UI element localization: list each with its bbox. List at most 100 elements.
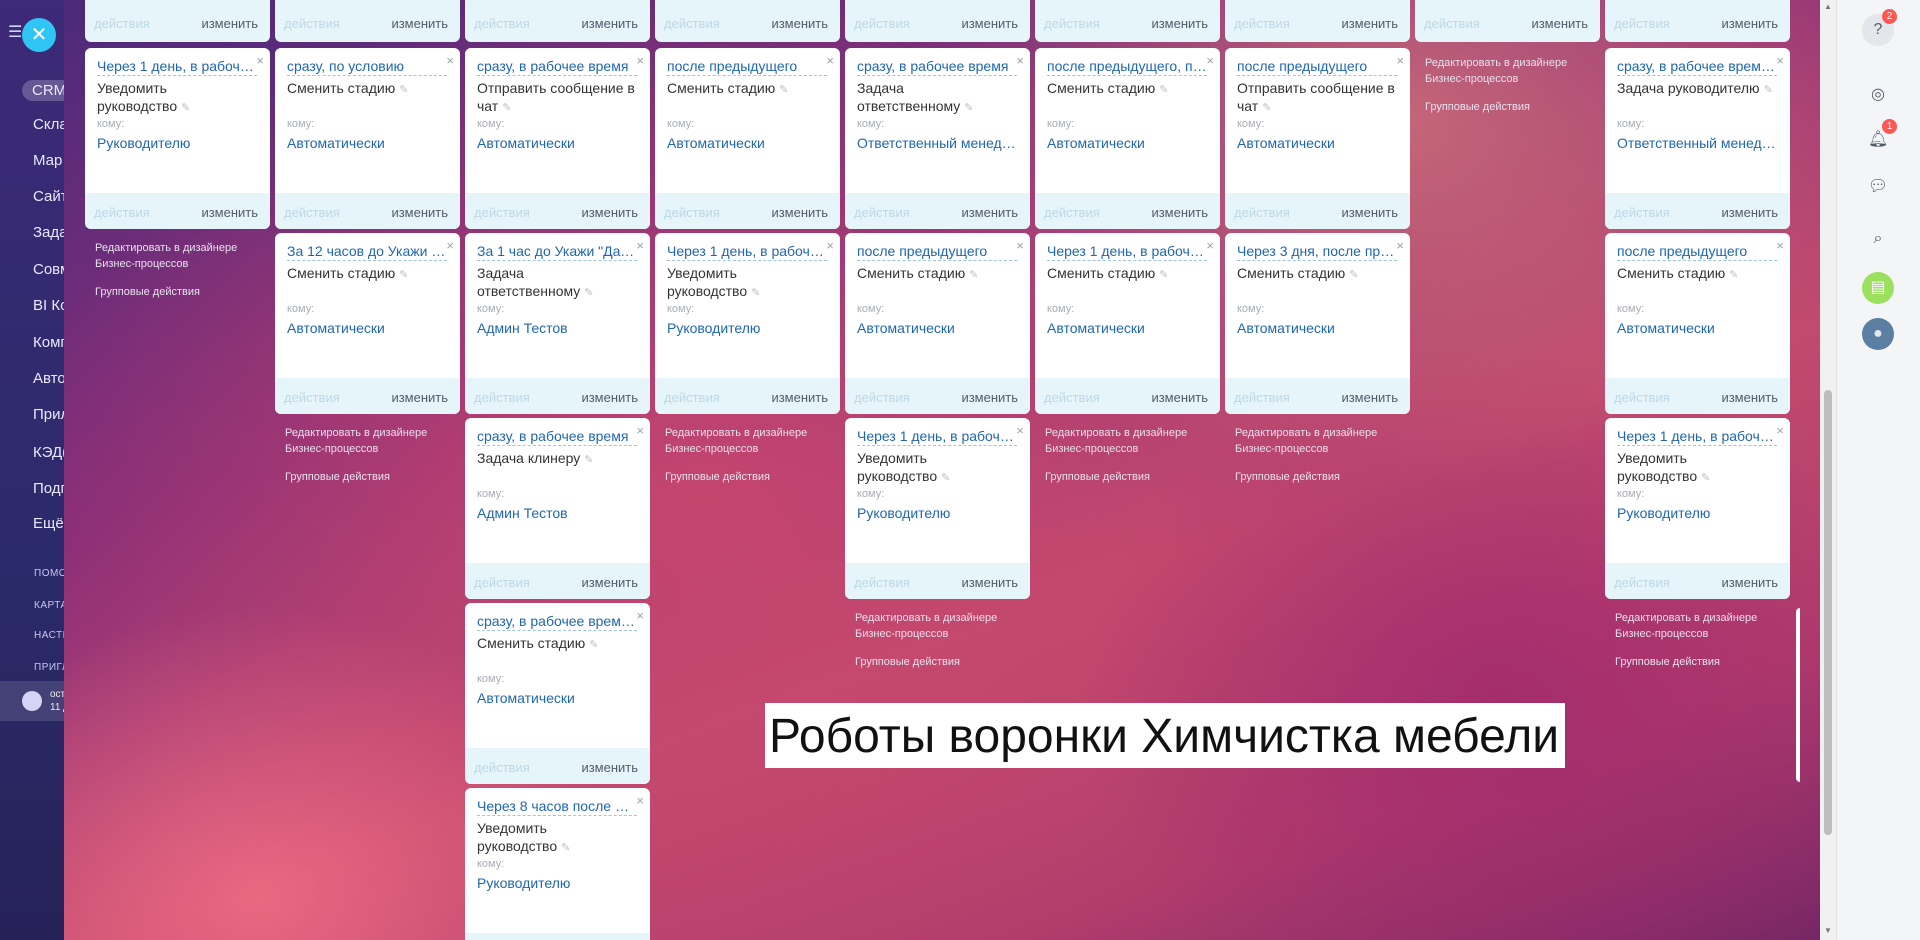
- sidebar-item[interactable]: Комг: [33, 334, 64, 351]
- group-actions-link[interactable]: Групповые действия: [95, 286, 280, 298]
- close-icon[interactable]: ×: [256, 53, 264, 68]
- menu-burger-icon[interactable]: ☰: [8, 22, 22, 42]
- edit-in-designer-link[interactable]: Редактировать в дизайнере Бизнес-процесс…: [1235, 425, 1420, 457]
- pencil-icon[interactable]: ✎: [584, 287, 593, 299]
- card-change-link[interactable]: изменить: [771, 205, 828, 220]
- robot-to-value[interactable]: Руководителю: [667, 320, 832, 336]
- copilot-button[interactable]: ◎: [1862, 79, 1894, 111]
- sidebar-item[interactable]: Ещё: [33, 515, 64, 532]
- sidebar-item[interactable]: Авто: [33, 370, 64, 387]
- pencil-icon[interactable]: ✎: [589, 639, 598, 651]
- scrollbar[interactable]: ▲ ▼: [1820, 0, 1836, 940]
- close-icon[interactable]: ×: [1016, 238, 1024, 253]
- card-change-link[interactable]: изменить: [1151, 205, 1208, 220]
- robot-trigger-link[interactable]: сразу, в рабочее время: [477, 428, 637, 446]
- robot-to-value[interactable]: Автоматически: [1047, 320, 1212, 336]
- close-icon[interactable]: ×: [1396, 238, 1404, 253]
- robot-trigger-link[interactable]: после предыдущего, по условию: [1047, 58, 1207, 76]
- card-change-link[interactable]: изменить: [1151, 390, 1208, 405]
- robot-trigger-link[interactable]: сразу, в рабочее время, по условию: [477, 613, 637, 631]
- pencil-icon[interactable]: ✎: [941, 472, 950, 484]
- group-actions-link[interactable]: Групповые действия: [1615, 656, 1800, 668]
- close-icon[interactable]: ×: [1776, 238, 1784, 253]
- sidebar-item[interactable]: CRM: [22, 80, 64, 101]
- close-icon[interactable]: ×: [1206, 53, 1214, 68]
- card-change-link[interactable]: изменить: [961, 205, 1018, 220]
- card-actions-link[interactable]: действия: [1424, 16, 1480, 31]
- robot-to-value[interactable]: Автоматически: [1237, 135, 1402, 151]
- card-actions-link[interactable]: действия: [1614, 575, 1670, 590]
- close-icon[interactable]: ×: [636, 793, 644, 808]
- card-change-link[interactable]: изменить: [1531, 16, 1588, 31]
- card-actions-link[interactable]: действия: [284, 205, 340, 220]
- card-actions-link[interactable]: действия: [94, 205, 150, 220]
- robot-trigger-link[interactable]: Через 1 день, в рабочее время: [667, 243, 827, 261]
- edit-in-designer-link[interactable]: Редактировать в дизайнере Бизнес-процесс…: [1045, 425, 1230, 457]
- robot-trigger-link[interactable]: после предыдущего: [1237, 58, 1397, 76]
- robot-to-value[interactable]: Руководителю: [477, 875, 642, 891]
- edit-in-designer-link[interactable]: Редактировать в дизайнере Бизнес-процесс…: [665, 425, 850, 457]
- group-actions-link[interactable]: Групповые действия: [665, 471, 850, 483]
- card-change-link[interactable]: изменить: [1341, 390, 1398, 405]
- card-actions-link[interactable]: действия: [854, 16, 910, 31]
- close-icon[interactable]: ×: [446, 53, 454, 68]
- close-icon[interactable]: ×: [1776, 423, 1784, 438]
- robot-to-value[interactable]: Админ Тестов: [477, 320, 642, 336]
- robot-to-value[interactable]: Автоматически: [287, 135, 452, 151]
- robot-trigger-link[interactable]: сразу, в рабочее время: [477, 58, 637, 76]
- close-icon[interactable]: ×: [636, 238, 644, 253]
- card-actions-link[interactable]: действия: [474, 760, 530, 775]
- pencil-icon[interactable]: ✎: [561, 842, 570, 854]
- group-actions-link[interactable]: Групповые действия: [1235, 471, 1420, 483]
- card-actions-link[interactable]: действия: [1234, 205, 1290, 220]
- robot-trigger-link[interactable]: сразу, в рабочее время, по условию: [1617, 58, 1777, 76]
- card-change-link[interactable]: изменить: [961, 390, 1018, 405]
- card-actions-link[interactable]: действия: [1044, 390, 1100, 405]
- card-change-link[interactable]: изменить: [771, 16, 828, 31]
- card-change-link[interactable]: изменить: [771, 390, 828, 405]
- card-change-link[interactable]: изменить: [961, 16, 1018, 31]
- sidebar-item[interactable]: Мар: [33, 152, 62, 169]
- card-change-link[interactable]: изменить: [1151, 16, 1208, 31]
- close-slider-button[interactable]: ✕: [22, 18, 56, 52]
- robot-trigger-link[interactable]: сразу, в рабочее время: [857, 58, 1017, 76]
- pencil-icon[interactable]: ✎: [181, 102, 190, 114]
- robot-trigger-link[interactable]: Через 1 день, в рабочее время: [97, 58, 257, 76]
- card-change-link[interactable]: изменить: [1721, 16, 1778, 31]
- card-actions-link[interactable]: действия: [1044, 16, 1100, 31]
- card-actions-link[interactable]: действия: [474, 205, 530, 220]
- close-icon[interactable]: ×: [1016, 53, 1024, 68]
- robot-trigger-link[interactable]: За 12 часов до Укажи дату: [287, 243, 447, 261]
- pencil-icon[interactable]: ✎: [584, 454, 593, 466]
- sidebar-item[interactable]: Скла: [33, 116, 64, 133]
- group-actions-link[interactable]: Групповые действия: [285, 471, 470, 483]
- card-change-link[interactable]: изменить: [1721, 575, 1778, 590]
- robot-to-value[interactable]: Автоматически: [1047, 135, 1212, 151]
- close-icon[interactable]: ×: [1016, 423, 1024, 438]
- robot-to-value[interactable]: Админ Тестов: [477, 505, 642, 521]
- card-change-link[interactable]: изменить: [391, 16, 448, 31]
- group-actions-link[interactable]: Групповые действия: [855, 656, 1040, 668]
- scrollbar-thumb[interactable]: [1824, 390, 1832, 835]
- edit-in-designer-link[interactable]: Редактировать в дизайнере Бизнес-процесс…: [95, 240, 280, 272]
- card-actions-link[interactable]: действия: [1234, 16, 1290, 31]
- robot-trigger-link[interactable]: после предыдущего: [667, 58, 827, 76]
- pencil-icon[interactable]: ✎: [964, 102, 973, 114]
- sidebar-item[interactable]: Прил: [33, 406, 64, 423]
- sidebar-small-link[interactable]: НАСТР: [34, 630, 64, 641]
- help-button[interactable]: ? 2: [1862, 9, 1897, 46]
- robot-trigger-link[interactable]: после предыдущего: [1617, 243, 1777, 261]
- scroll-down-icon[interactable]: ▼: [1824, 926, 1832, 935]
- pencil-icon[interactable]: ✎: [399, 84, 408, 96]
- edit-in-designer-link[interactable]: Редактировать в дизайнере Бизнес-процесс…: [1615, 610, 1800, 642]
- sidebar-item[interactable]: Подг: [33, 480, 64, 497]
- plan-promo[interactable]: ост 11 д: [0, 681, 64, 721]
- sidebar-small-link[interactable]: ПРИГЛ: [34, 662, 64, 673]
- robot-trigger-link[interactable]: За 1 час до Укажи "Дата": [477, 243, 637, 261]
- card-change-link[interactable]: изменить: [581, 575, 638, 590]
- pencil-icon[interactable]: ✎: [1764, 84, 1773, 96]
- pencil-icon[interactable]: ✎: [502, 102, 511, 114]
- close-icon[interactable]: ×: [446, 238, 454, 253]
- card-change-link[interactable]: изменить: [391, 205, 448, 220]
- robot-trigger-link[interactable]: после предыдущего: [857, 243, 1017, 261]
